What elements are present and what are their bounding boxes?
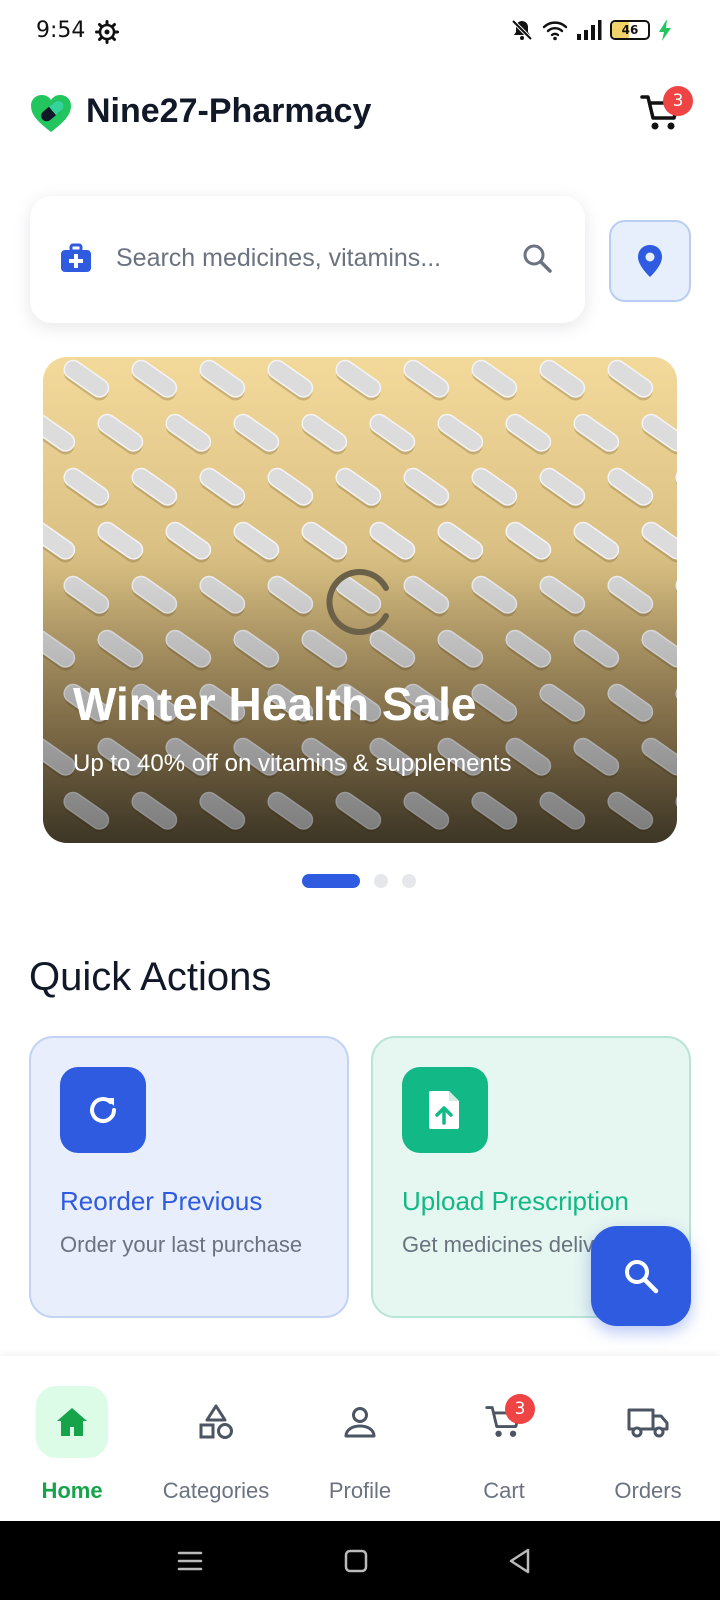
upload-icon-box: [402, 1067, 488, 1153]
banner-title: Winter Health Sale: [73, 678, 477, 730]
location-button[interactable]: [609, 220, 691, 302]
nav-categories-label: Categories: [162, 1478, 270, 1503]
file-upload-icon: [429, 1091, 459, 1129]
nav-profile[interactable]: Profile: [288, 1356, 432, 1521]
search-icon[interactable]: [521, 242, 553, 274]
pharmacy-logo-icon: [31, 95, 71, 132]
signal-icon: [577, 20, 602, 40]
reorder-description: Order your last purchase: [60, 1232, 303, 1257]
wifi-icon: [542, 21, 568, 41]
nav-categories[interactable]: Categories: [144, 1356, 288, 1521]
search-icon: [625, 1260, 659, 1294]
profile-person-icon: [344, 1407, 376, 1438]
carousel-dot[interactable]: [402, 874, 416, 888]
status-icons: 46: [510, 18, 672, 42]
nav-cart[interactable]: Cart: [432, 1356, 576, 1521]
medical-kit-icon: [61, 243, 91, 272]
loading-spinner-icon: [326, 569, 389, 635]
carousel-dot[interactable]: [374, 874, 388, 888]
home-icon: [57, 1408, 87, 1436]
settings-gear-icon: [95, 20, 119, 44]
reorder-icon-box: [60, 1067, 146, 1153]
categories-shapes-icon: [199, 1404, 233, 1439]
status-time: 9:54: [36, 18, 86, 43]
battery-level: 46: [621, 23, 639, 37]
home-square-icon[interactable]: [340, 1545, 372, 1577]
carousel-indicator: [302, 874, 416, 888]
nav-cart-label: Cart: [483, 1478, 525, 1503]
recent-apps-icon[interactable]: [174, 1545, 206, 1577]
search-fab-button[interactable]: [591, 1226, 691, 1326]
upload-title: Upload Prescription: [402, 1186, 629, 1216]
nav-home-icon-wrap: [36, 1386, 108, 1458]
carousel-dot[interactable]: [302, 874, 360, 888]
nav-home-label: Home: [41, 1478, 103, 1503]
search-bar: [30, 196, 585, 323]
quick-actions-heading: Quick Actions: [29, 955, 272, 999]
promo-banner[interactable]: Winter Health Sale Up to 40% off on vita…: [43, 357, 677, 843]
nav-orders-icon-wrap: [612, 1386, 684, 1458]
banner-subtitle: Up to 40% off on vitamins & supplements: [73, 750, 512, 777]
reorder-title: Reorder Previous: [60, 1186, 263, 1216]
nav-home[interactable]: Home: [0, 1356, 144, 1521]
delivery-truck-icon: [627, 1408, 669, 1438]
nav-profile-icon-wrap: [324, 1386, 396, 1458]
back-triangle-icon[interactable]: [504, 1545, 536, 1577]
bottom-navigation: Home Categories Profile Cart Orders: [0, 1356, 720, 1521]
reorder-previous-card[interactable]: Reorder Previous Order your last purchas…: [29, 1036, 349, 1318]
battery-icon: 46: [610, 20, 650, 40]
app-header: Nine27-Pharmacy: [0, 64, 720, 164]
nav-cart-badge: 3: [505, 1394, 535, 1424]
charging-bolt-icon: [659, 19, 671, 41]
system-navigation-bar: [0, 1521, 720, 1600]
nav-profile-label: Profile: [328, 1478, 392, 1503]
location-pin-icon: [638, 245, 662, 277]
nav-orders-label: Orders: [614, 1478, 682, 1503]
nav-categories-icon-wrap: [180, 1386, 252, 1458]
status-bar: 9:54 46: [0, 0, 720, 64]
app-title: Nine27-Pharmacy: [86, 92, 372, 130]
nav-orders[interactable]: Orders: [576, 1356, 720, 1521]
search-input[interactable]: [116, 236, 488, 280]
mute-bell-icon: [511, 19, 533, 41]
refresh-icon: [90, 1097, 117, 1124]
cart-count-badge: 3: [663, 86, 693, 116]
